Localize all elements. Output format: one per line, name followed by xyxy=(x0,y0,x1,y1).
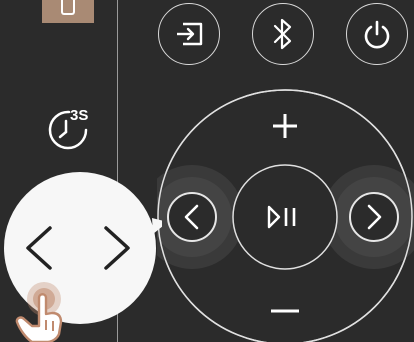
input-icon xyxy=(177,22,203,46)
tap-hand-icon xyxy=(15,282,63,342)
previous-circle[interactable] xyxy=(167,192,217,242)
timer-label: 3S xyxy=(70,107,89,124)
previous-button[interactable] xyxy=(167,192,217,242)
bluetooth-icon xyxy=(273,18,292,50)
callout-pointer xyxy=(152,218,162,234)
volume-down-hit[interactable] xyxy=(265,294,305,324)
next-circle[interactable] xyxy=(349,192,399,242)
next-button[interactable] xyxy=(349,192,399,242)
bluetooth-button[interactable] xyxy=(252,3,314,65)
power-icon xyxy=(364,20,390,49)
timer-3s-button[interactable]: 3S xyxy=(42,104,102,154)
volume-up-button[interactable] xyxy=(265,106,305,146)
play-pause-button[interactable] xyxy=(232,164,338,270)
volume-down-button[interactable] xyxy=(265,294,305,324)
input-source-button[interactable] xyxy=(158,3,220,65)
device-icon xyxy=(61,0,75,15)
power-button[interactable] xyxy=(346,3,408,65)
top-tab[interactable] xyxy=(42,0,94,23)
control-dial xyxy=(157,89,414,342)
